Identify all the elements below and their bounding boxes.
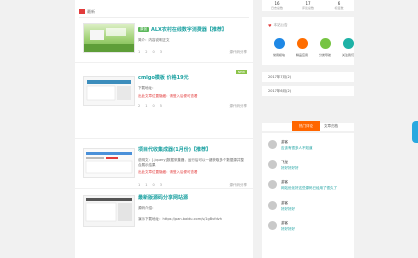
post-category[interactable]: 源代码分享: [230, 104, 248, 109]
post-title-text[interactable]: 最新版源码分享网站源: [138, 194, 188, 201]
avatar: [268, 201, 277, 210]
action-label[interactable]: 精品应用: [291, 53, 313, 57]
view-count: 1: [138, 50, 141, 54]
quick-links-card: ♥ 本站公告 常用模块 精品应用 分类导航 关注我们: [262, 17, 354, 65]
post-excerpt: 说明文：[.jquery]数据采集器，运行后可以一键获取多个数据源并整合展示结果: [138, 158, 244, 167]
post-title-text[interactable]: ALX农村在线数字消费器【推荐】: [151, 26, 227, 33]
comment-text[interactable]: 应该有很多人不知道: [281, 146, 313, 151]
avatar: [268, 160, 277, 169]
card-title: 本站公告: [273, 23, 288, 27]
comment-count: 0: [152, 50, 155, 54]
comments-list: 游客 应该有很多人不知道 飞龙 好好好好好 游客 网站优化好这些源码已经用了很久…: [262, 133, 354, 258]
breadcrumb: 最新: [79, 8, 95, 15]
home-icon: [79, 9, 85, 14]
comment-author: 游客: [281, 221, 288, 225]
comment-author: 游客: [281, 180, 288, 184]
archive-date[interactable]: 2017年6月(2): [268, 89, 291, 94]
post-excerpt: 下载地址：: [138, 86, 156, 90]
post-download-link[interactable]: 演示下载地址：https://pan.baidu.com/s/1gBvfdvh: [138, 217, 247, 222]
stat-tags: 6 标签数: [324, 1, 354, 10]
like-count: 2: [145, 50, 148, 54]
thumbnail-image: [86, 80, 131, 101]
comment-text[interactable]: 好好好好好: [281, 166, 299, 171]
like-count: 1: [145, 104, 148, 108]
post-title[interactable]: 最新版源码分享网站源: [138, 194, 247, 201]
comment-item[interactable]: 游客 应该有很多人不知道: [268, 140, 354, 160]
post-title-text[interactable]: 项目代收集成器(1月份)【推荐】: [138, 146, 211, 153]
archive-date[interactable]: 2017年7月(2): [268, 75, 291, 80]
avatar: [268, 180, 277, 189]
post-title[interactable]: 项目代收集成器(1月份)【推荐】: [138, 146, 247, 153]
post-thumbnail[interactable]: [83, 148, 135, 178]
avatar: [268, 221, 277, 230]
comment-text[interactable]: 好好好好: [281, 227, 295, 232]
hidden-content-notice: 出此文章位置隐藏：请登入后便可查看: [138, 170, 198, 174]
app-icon[interactable]: [297, 38, 308, 49]
comment-count: 0: [152, 104, 155, 108]
divider: [75, 188, 253, 189]
download-icon[interactable]: [274, 38, 285, 49]
comment-text[interactable]: 好好好好: [281, 207, 295, 212]
post-item: 最新版源码分享网站源 源码介绍： 演示下载地址：https://pan.baid…: [83, 194, 247, 244]
post-thumbnail[interactable]: [83, 23, 135, 53]
archive-item[interactable]: 2017年6月(2): [262, 86, 354, 96]
share-count: 3: [159, 50, 162, 54]
avatar: [268, 140, 277, 149]
thumbnail-image: [84, 28, 134, 52]
comment-item[interactable]: 游客 好好好好: [268, 221, 354, 241]
navigation-icon[interactable]: [320, 38, 331, 49]
post-item: 原创 ALX农村在线数字消费器【推荐】 简介：内容说明正文 1 2 0 3 源代…: [83, 22, 247, 58]
archive-item[interactable]: 2017年7月(2): [262, 72, 354, 82]
stat-label: 评论总数: [301, 6, 314, 10]
comment-author: 飞龙: [281, 160, 288, 164]
heart-icon: ♥: [268, 23, 272, 28]
post-item: NEW cmlgo模板 价格19元 下载地址： 出此文章位置隐藏：请登入后便可查…: [83, 70, 247, 110]
stat-posts: 16 日志总数: [262, 1, 292, 10]
divider: [75, 138, 253, 139]
hidden-content-notice: 出此文章位置隐藏：请登入后便可查看: [138, 94, 198, 98]
thumbnail-image: [85, 152, 133, 174]
action-label[interactable]: 常用模块: [268, 53, 290, 57]
comment-author: 游客: [281, 201, 288, 205]
post-category[interactable]: 源代码分享: [230, 50, 248, 55]
action-label[interactable]: 关注我们: [337, 53, 359, 57]
comment-item[interactable]: 游客 好好好好: [268, 201, 354, 221]
divider: [75, 62, 253, 63]
post-item: 项目代收集成器(1月份)【推荐】 说明文：[.jquery]数据采集器，运行后可…: [83, 146, 247, 187]
view-count: 2: [138, 104, 141, 108]
post-thumbnail[interactable]: [83, 76, 135, 106]
share-count: 5: [159, 104, 162, 108]
comment-item[interactable]: 游客 网站优化好这些源码已经用了很久了: [268, 180, 354, 200]
card-header: ♥ 本站公告: [268, 23, 288, 28]
stat-label: 标签数: [334, 6, 344, 10]
tab-label[interactable]: 热门评论: [299, 124, 313, 129]
post-title[interactable]: 原创 ALX农村在线数字消费器【推荐】: [138, 26, 247, 33]
tab-archive[interactable]: 文章归档: [324, 124, 338, 129]
post-excerpt: 源码介绍：: [138, 206, 156, 210]
tab-label[interactable]: 文章归档: [324, 124, 338, 128]
post-thumbnail[interactable]: [83, 195, 135, 227]
comment-author: 游客: [281, 140, 288, 144]
sidebar: 16 日志总数 17 评论总数 6 标签数 ♥ 本站公告 常用模块 精品应用 分…: [262, 0, 354, 258]
thumbnail-image: [85, 198, 132, 222]
action-label[interactable]: 分类导航: [314, 53, 336, 57]
follow-icon[interactable]: [343, 38, 354, 49]
post-meta: 2 1 0 5 源代码分享: [138, 104, 247, 109]
main-content: 最新 原创 ALX农村在线数字消费器【推荐】 简介：内容说明正文 1 2 0 3…: [75, 0, 253, 258]
breadcrumb-label[interactable]: 最新: [87, 9, 95, 15]
stats-card: 16 日志总数 17 评论总数 6 标签数: [262, 0, 354, 11]
post-title[interactable]: cmlgo模板 价格19元: [138, 74, 247, 81]
tab-hot-comments[interactable]: 热门评论: [292, 121, 320, 131]
post-excerpt: 简介：内容说明正文: [138, 38, 170, 42]
post-title-text[interactable]: cmlgo模板 价格19元: [138, 74, 189, 81]
divider: [79, 17, 249, 18]
post-meta: 1 2 0 3 源代码分享: [138, 50, 247, 55]
post-tag: 原创: [138, 27, 149, 32]
comment-text[interactable]: 网站优化好这些源码已经用了很久了: [281, 186, 337, 191]
comment-item[interactable]: 飞龙 好好好好好: [268, 160, 354, 180]
stat-comments: 17 评论总数: [293, 1, 323, 10]
floating-service-tab[interactable]: [412, 121, 418, 143]
stat-label: 日志总数: [270, 6, 283, 10]
